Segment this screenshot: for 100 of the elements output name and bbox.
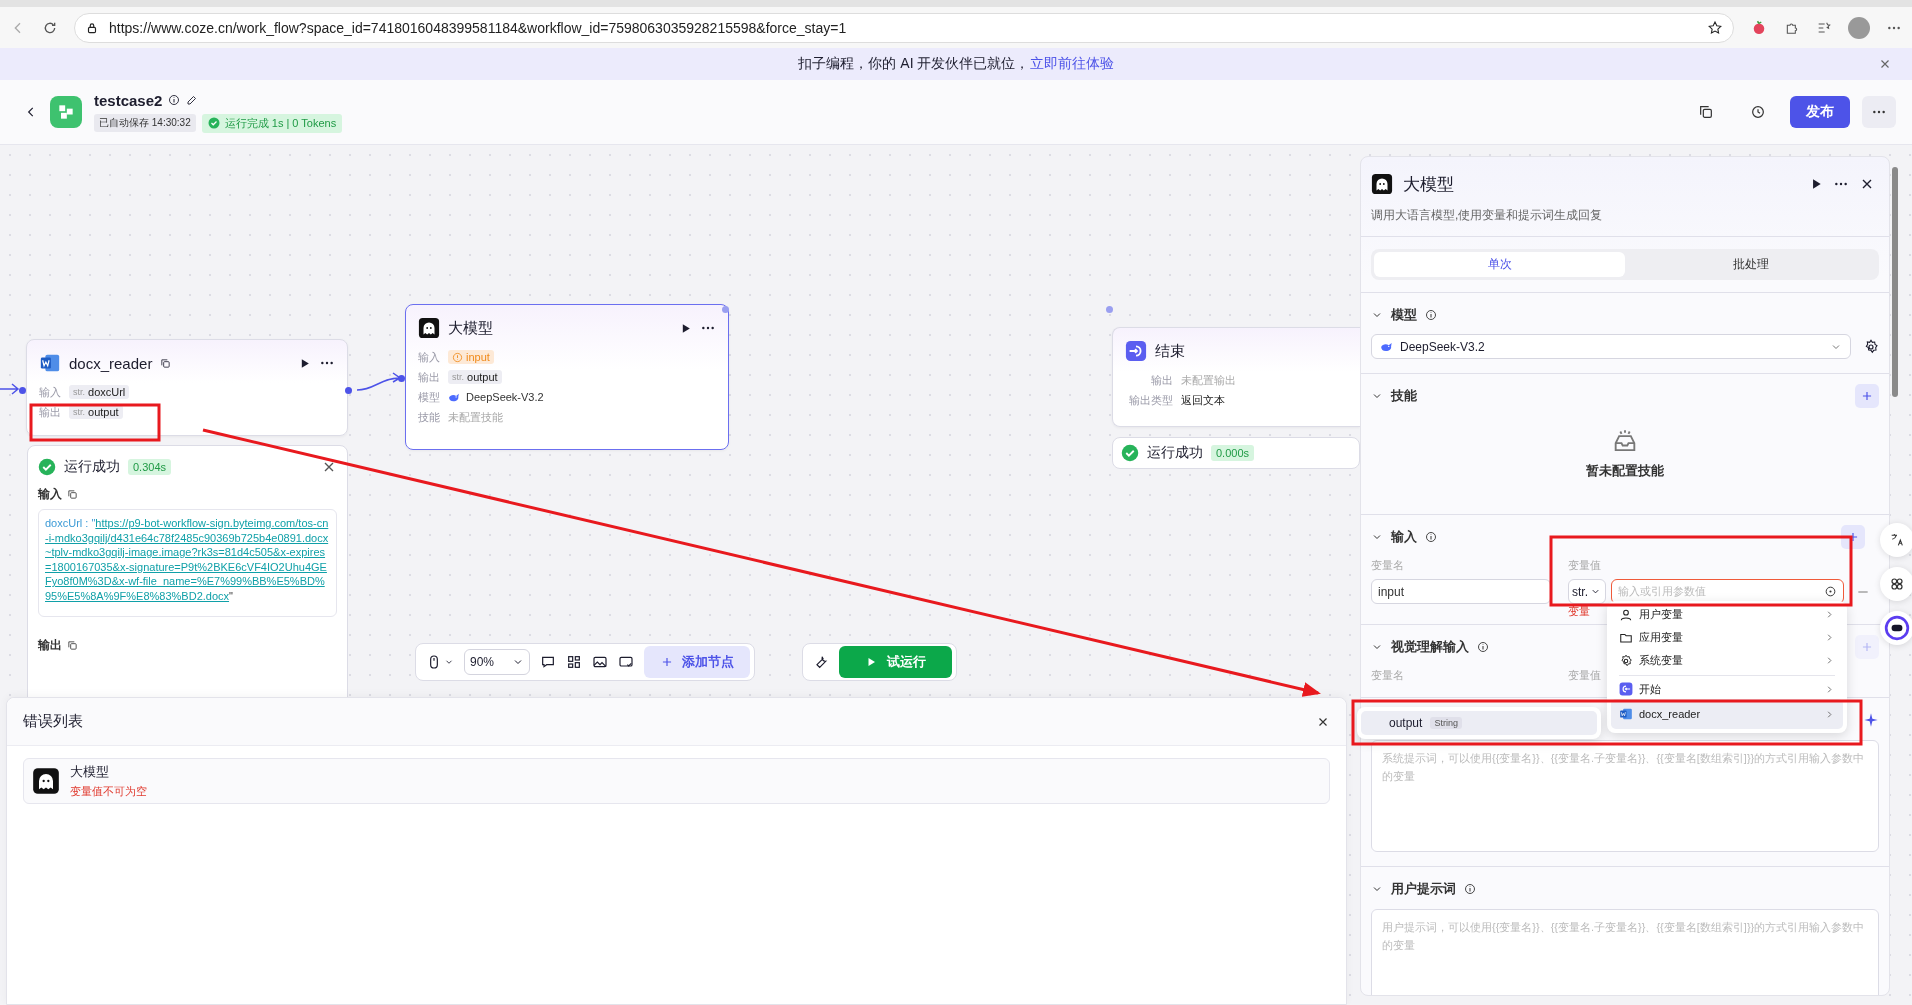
type-select[interactable]: str. (1568, 579, 1606, 604)
column-label: 变量值 (1568, 667, 1601, 683)
workflow-node[interactable]: docx_reader 输入 str. doxcUrl 输出 str. output (26, 339, 348, 436)
scrollbar-thumb[interactable] (1892, 167, 1898, 397)
workflow-title: testcase2 (94, 91, 163, 109)
model-select[interactable]: DeepSeek-V3.2 (1371, 334, 1851, 359)
error-text: 变量 (1568, 604, 1590, 618)
duration-badge: 0.000s (1211, 445, 1255, 461)
section-title: 用户提示词 (1391, 880, 1456, 898)
type-label: str. (73, 387, 85, 397)
success-icon (38, 458, 56, 476)
workflow-node[interactable]: 大模型 输入 input 输出 str. output 模型 DeepSeek-V3.2 技能 未配置技能 (405, 304, 729, 450)
frame-icon[interactable] (618, 654, 634, 670)
workflow-node[interactable]: 结束 输出 未配置输出 输出类型 返回文本 (1112, 327, 1360, 427)
url-text: https://www.coze.cn/work_flow?space_id=7418016048399581184&workflow_id=7598063035928215598&force_stay=1 (109, 19, 848, 36)
field-label: 输出类型 (1128, 392, 1173, 408)
app-icon (50, 96, 82, 128)
variable-picker-icon[interactable] (1824, 585, 1837, 598)
port-dot[interactable] (398, 375, 405, 382)
model-name: DeepSeek-V3.2 (466, 391, 544, 403)
menu-item[interactable]: 系统变量 (1611, 649, 1843, 672)
name-field[interactable]: input (1371, 579, 1551, 604)
field-label: 技能 (418, 409, 440, 425)
menu-item[interactable]: docx_reader (1611, 699, 1843, 729)
check-icon (207, 117, 220, 129)
image-icon[interactable] (592, 654, 608, 670)
menu-item[interactable]: 开始 (1611, 679, 1843, 699)
publish-button[interactable]: 发布 (1790, 96, 1850, 128)
column-label: 变量名 (1371, 557, 1405, 573)
field-value: 返回文本 (1181, 392, 1225, 408)
banner-link[interactable]: 立即前往体验 (1029, 55, 1114, 71)
section-label: 输入 (38, 486, 62, 503)
field-label: 输出 (39, 404, 61, 420)
robot-icon (1884, 615, 1910, 641)
field-value: 未配置技能 (448, 409, 503, 425)
variable-name: input (466, 351, 490, 363)
document-icon (39, 352, 61, 374)
plus-icon (1860, 389, 1874, 403)
menu-item[interactable]: 应用变量 (1611, 626, 1843, 649)
translate-button[interactable] (1880, 523, 1912, 557)
port-dot[interactable] (19, 387, 26, 394)
history-icon[interactable] (1750, 104, 1766, 120)
settings-icon (1619, 653, 1633, 668)
type-tag: String (1430, 717, 1462, 729)
success-icon (1121, 444, 1139, 462)
type-label: str. (73, 407, 85, 417)
add-node-button[interactable]: 添加节点 (644, 646, 750, 678)
add-button[interactable] (1855, 384, 1879, 408)
apps-button[interactable] (1880, 567, 1912, 601)
address-bar[interactable]: https://www.coze.cn/work_flow?space_id=7418016048399581184&workflow_id=7598063035928215598&force_stay=1 (74, 12, 1734, 43)
apps-icon (1889, 576, 1905, 592)
autosave-label: 已自动保存 14:30:32 (94, 114, 196, 132)
menu-item[interactable]: 用户变量 (1611, 603, 1843, 626)
plus-icon (1860, 640, 1874, 654)
tab[interactable]: 单次 (1374, 252, 1625, 277)
sparkle-icon[interactable] (1863, 712, 1879, 728)
duration-badge: 0.304s (128, 459, 172, 475)
variable-name: doxcUrl (88, 386, 126, 398)
copy-icon[interactable] (1698, 104, 1714, 120)
section-label: 输出 (38, 636, 62, 654)
wrench-icon[interactable] (813, 654, 829, 670)
plus-icon (660, 655, 674, 669)
edit-icon[interactable] (186, 94, 199, 106)
info-icon[interactable] (1477, 641, 1489, 653)
info-icon[interactable] (168, 94, 181, 106)
node-title: 结束 (1155, 341, 1185, 361)
settings-icon[interactable] (1863, 338, 1879, 355)
error-item[interactable]: 大模型 变量值不可为空 (23, 758, 1330, 804)
ghost-icon (1371, 173, 1393, 195)
assistant-button[interactable] (1880, 611, 1912, 645)
port-dot[interactable] (1106, 306, 1113, 313)
exit-icon (1125, 340, 1147, 362)
column-label: 变量值 (1568, 557, 1601, 573)
zoom-select[interactable]: 90% (464, 649, 530, 675)
port-dot[interactable] (345, 387, 352, 394)
type-label: str. (452, 372, 464, 382)
panel-title: 错误列表 (23, 712, 83, 731)
section-title: 技能 (1391, 387, 1417, 405)
info-icon[interactable] (1425, 531, 1437, 543)
run-status-badge: 运行完成 1s | 0 Tokens (201, 113, 343, 133)
comment-icon[interactable] (540, 654, 556, 670)
star-icon[interactable] (1707, 19, 1723, 36)
tab[interactable]: 批处理 (1625, 252, 1876, 277)
entry-icon (1619, 682, 1633, 696)
lock-icon[interactable] (85, 20, 99, 35)
input-value-text: doxcUrl : "https://p9-bot-workflow-sign.byteimg.com/tos-cn-i-mdko3gqilj/d431e64c78f2485c90369b725b4e0891.docx~tplv-mdko3gqilj-image.image?rk3s=81d4c505&x-expires=1800167035&x-signature=P9t%2BKE6cVF4IO2Uhu4GEFyo8f0M%3D&x-wf-file_name=%E7%99%BB%E5%BD%95%E5%8A%9F%E8%83%BD2.docx" (45, 516, 330, 604)
document-icon (1619, 707, 1633, 721)
info-icon[interactable] (1425, 309, 1437, 321)
port-dot[interactable] (722, 306, 729, 313)
user-icon (1619, 607, 1633, 622)
warning-icon (452, 351, 463, 363)
connector-arrow (356, 372, 401, 391)
ghost-icon (418, 317, 440, 339)
add-button[interactable] (1841, 525, 1865, 549)
info-icon[interactable] (1464, 883, 1476, 895)
profile-avatar[interactable] (1848, 16, 1870, 39)
section-title: 模型 (1391, 306, 1417, 324)
layout-icon[interactable] (566, 654, 582, 670)
status-text: 运行成功 (1147, 444, 1203, 462)
menu-item[interactable]: output String (1361, 711, 1597, 735)
